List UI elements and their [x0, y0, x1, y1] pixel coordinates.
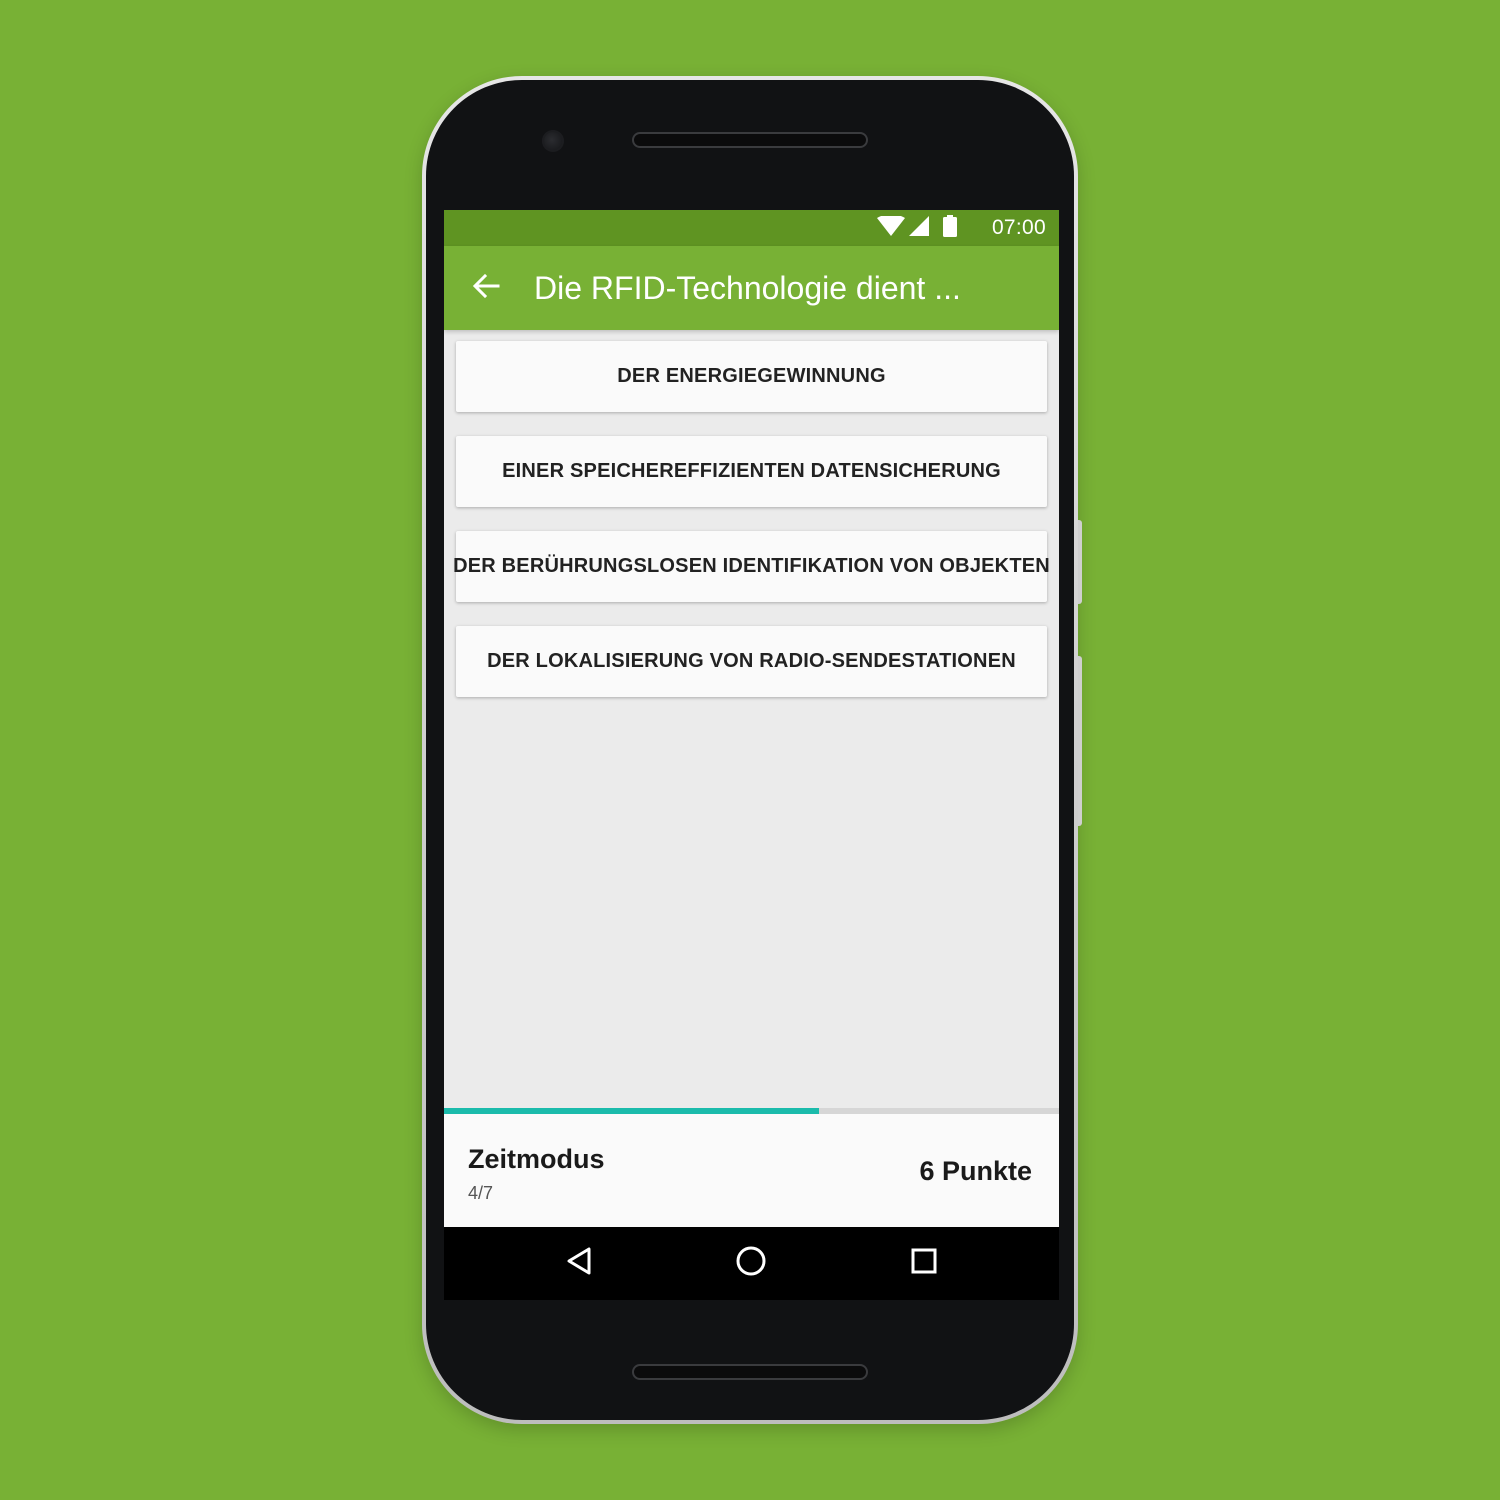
score-footer: Zeitmodus 4/7 6 Punkte: [444, 1114, 1059, 1227]
arrow-left-icon: [472, 272, 500, 305]
mode-label: Zeitmodus: [468, 1144, 605, 1174]
nav-home-button[interactable]: [731, 1243, 771, 1283]
power-button: [1078, 520, 1082, 604]
answer-label: DER LOKALISIERUNG VON RADIO-SENDESTATION…: [487, 650, 1016, 672]
volume-button: [1078, 656, 1082, 826]
battery-icon: [943, 214, 957, 242]
status-bar: 07:00: [444, 210, 1059, 246]
answer-label: EINER SPEICHEREFFIZIENTEN DATENSICHERUNG: [502, 460, 1001, 482]
answer-button-1[interactable]: DER ENERGIEGEWINNUNG: [456, 341, 1047, 412]
bottom-speaker: [632, 1364, 868, 1380]
answer-button-2[interactable]: EINER SPEICHEREFFIZIENTEN DATENSICHERUNG: [456, 436, 1047, 507]
status-time: 07:00: [991, 216, 1046, 239]
answer-button-3[interactable]: DER BERÜHRUNGSLOSEN IDENTIFIKATION VON O…: [453, 531, 1050, 602]
back-triangle-icon: [565, 1246, 593, 1281]
score-label: 6 Punkte: [919, 1156, 1032, 1186]
answer-list: DER ENERGIEGEWINNUNG EINER SPEICHEREFFIZ…: [453, 341, 1050, 721]
answer-label: DER ENERGIEGEWINNUNG: [617, 365, 886, 387]
system-nav-bar: [444, 1227, 1059, 1300]
home-circle-icon: [735, 1245, 767, 1282]
top-speaker: [632, 132, 868, 148]
recents-square-icon: [910, 1247, 938, 1280]
front-camera: [542, 130, 564, 152]
page-title: Die RFID-Technologie dient ...: [534, 270, 961, 306]
app-bar: Die RFID-Technologie dient ...: [444, 246, 1059, 330]
wifi-icon: [877, 213, 905, 241]
nav-recents-button[interactable]: [904, 1243, 944, 1283]
screen: 07:00 Die RFID-Technologie dient ... DER…: [444, 210, 1059, 1300]
back-button[interactable]: [466, 268, 506, 308]
signal-icon: [909, 215, 929, 241]
status-icons: [877, 213, 957, 242]
answer-label: DER BERÜHRUNGSLOSEN IDENTIFIKATION VON O…: [453, 555, 1050, 577]
nav-back-button[interactable]: [559, 1243, 599, 1283]
question-counter: 4/7: [468, 1183, 494, 1203]
answer-button-4[interactable]: DER LOKALISIERUNG VON RADIO-SENDESTATION…: [456, 626, 1047, 697]
